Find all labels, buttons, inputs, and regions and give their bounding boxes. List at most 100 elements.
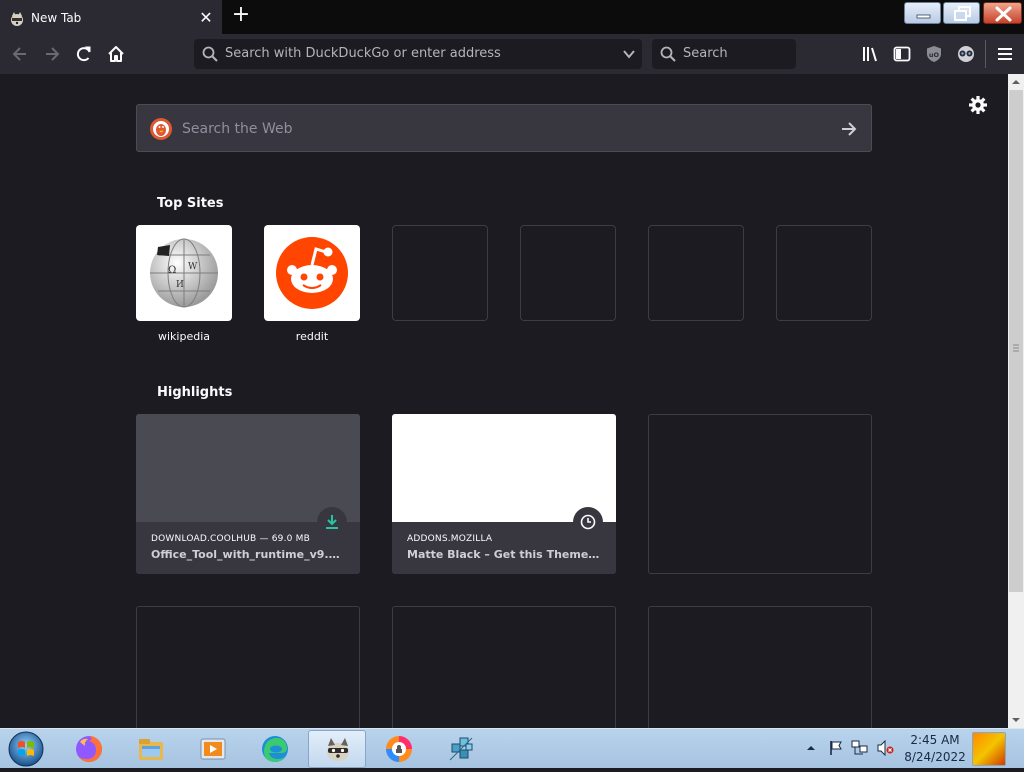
new-tab-button[interactable]: + — [230, 4, 252, 28]
top-site-wikipedia[interactable]: Ω W И — [136, 225, 232, 321]
highlight-thumbnail — [392, 414, 616, 522]
top-site-label: reddit — [295, 330, 329, 343]
highlight-thumbnail — [136, 414, 360, 522]
highlight-empty-slot — [648, 606, 872, 728]
taskbar-firefox[interactable] — [60, 730, 118, 768]
network-cubes-icon — [449, 737, 473, 761]
close-tab-icon[interactable]: ✕ — [196, 8, 216, 28]
tab-strip: New Tab ✕ + — [0, 0, 1024, 34]
duckduckgo-icon — [150, 118, 172, 140]
taskbar-edge[interactable] — [246, 730, 304, 768]
home-button[interactable] — [102, 40, 130, 68]
top-site-reddit[interactable] — [264, 225, 360, 321]
web-search-box[interactable]: Search the Web — [136, 104, 872, 152]
close-window-button[interactable] — [983, 2, 1022, 24]
extension-mask-icon — [958, 46, 974, 62]
network-icon[interactable] — [851, 740, 869, 756]
svg-text:И: И — [176, 280, 184, 290]
top-site-empty-slot[interactable] — [776, 225, 872, 321]
app-menu-button[interactable] — [993, 42, 1017, 66]
top-sites-heading: Top Sites — [157, 196, 224, 211]
clock-time[interactable]: 2:45 AM — [904, 733, 966, 748]
show-hidden-icons-icon[interactable] — [806, 743, 816, 753]
clock-date[interactable]: 8/24/2022 — [904, 750, 966, 765]
svg-text:Ω: Ω — [168, 265, 176, 276]
media-player-icon — [200, 738, 226, 760]
back-button[interactable] — [6, 40, 34, 68]
raccoon-favicon-icon — [8, 10, 26, 28]
search-icon — [660, 46, 676, 62]
scrollbar-thumb[interactable] — [1009, 90, 1023, 592]
home-icon — [108, 46, 124, 62]
highlight-source: DOWNLOAD.COOLHUB — 69.0 MB — [151, 534, 310, 544]
sidebar-icon — [893, 46, 911, 62]
minimize-button[interactable] — [904, 2, 941, 24]
taskbar: 2:45 AM 8/24/2022 — [0, 728, 1024, 768]
navigation-toolbar: Search with DuckDuckGo or enter address … — [0, 34, 1024, 74]
highlight-source: ADDONS.MOZILLA — [407, 534, 493, 544]
back-arrow-icon — [12, 47, 26, 61]
highlight-card-addons[interactable]: ADDONS.MOZILLA Matte Black – Get this Th… — [392, 414, 616, 574]
address-bar-placeholder: Search with DuckDuckGo or enter address — [225, 46, 501, 61]
svg-text:W: W — [188, 262, 198, 272]
tab-title: New Tab — [31, 11, 82, 25]
privacy-badger-button[interactable] — [954, 42, 978, 66]
start-button[interactable] — [6, 730, 46, 768]
highlight-empty-slot — [136, 606, 360, 728]
search-icon — [202, 46, 218, 62]
restore-button[interactable] — [943, 2, 980, 24]
gear-icon[interactable] — [968, 95, 988, 115]
ublock-origin-button[interactable]: uO — [922, 42, 946, 66]
clock-icon — [580, 514, 596, 530]
sidebar-button[interactable] — [890, 42, 914, 66]
scroll-up-arrow-icon[interactable] — [1008, 74, 1024, 90]
windows-start-orb-icon — [8, 731, 44, 767]
web-search-placeholder: Search the Web — [182, 121, 293, 137]
taskbar-firefox-active[interactable] — [308, 730, 366, 768]
library-button[interactable] — [859, 42, 883, 66]
taskbar-privacy-browser[interactable] — [370, 730, 428, 768]
search-bar[interactable]: Search — [652, 39, 796, 69]
forward-button[interactable] — [38, 40, 66, 68]
chevron-down-icon[interactable] — [622, 47, 636, 61]
reload-button[interactable] — [70, 40, 98, 68]
library-icon — [863, 47, 877, 62]
top-site-empty-slot[interactable] — [520, 225, 616, 321]
top-site-label: wikipedia — [157, 330, 210, 343]
toolbar-separator — [985, 40, 986, 68]
highlight-title: Matte Black – Get this Theme fo… — [407, 548, 603, 561]
taskbar-file-explorer[interactable] — [122, 730, 180, 768]
top-site-empty-slot[interactable] — [392, 225, 488, 321]
scroll-down-arrow-icon[interactable] — [1008, 712, 1024, 728]
highlight-badge — [573, 507, 603, 537]
highlight-title: Office_Tool_with_runtime_v9.0.… — [151, 548, 347, 561]
taskbar-network-tool[interactable] — [432, 730, 490, 768]
reddit-alien-icon — [276, 237, 348, 309]
highlights-heading: Highlights — [157, 385, 233, 400]
search-bar-placeholder: Search — [683, 46, 728, 61]
highlight-empty-slot — [648, 414, 872, 574]
edge-icon — [262, 736, 288, 762]
highlight-badge — [317, 507, 347, 537]
taskbar-media-player[interactable] — [184, 730, 242, 768]
show-desktop-button[interactable] — [972, 732, 1006, 766]
svg-text:uO: uO — [929, 51, 940, 59]
wikipedia-globe-icon: Ω W И — [150, 238, 218, 308]
action-center-flag-icon[interactable] — [828, 740, 844, 756]
ublock-shield-icon: uO — [927, 46, 941, 62]
top-site-empty-slot[interactable] — [648, 225, 744, 321]
highlight-card-download[interactable]: DOWNLOAD.COOLHUB — 69.0 MB Office_Tool_w… — [136, 414, 360, 574]
firefox-icon — [76, 735, 103, 762]
vertical-scrollbar[interactable] — [1008, 74, 1024, 728]
firefox-raccoon-icon — [327, 738, 349, 761]
address-bar[interactable]: Search with DuckDuckGo or enter address — [194, 39, 642, 69]
highlight-empty-slot — [392, 606, 616, 728]
tab-new-tab[interactable]: New Tab ✕ — [0, 0, 222, 34]
volume-muted-icon[interactable] — [876, 740, 894, 756]
hamburger-menu-icon — [998, 48, 1012, 60]
forward-arrow-icon — [46, 47, 60, 61]
download-icon — [326, 515, 338, 529]
arrow-right-icon[interactable] — [839, 119, 859, 139]
file-explorer-icon — [139, 739, 163, 760]
privacy-browser-icon — [386, 736, 412, 762]
